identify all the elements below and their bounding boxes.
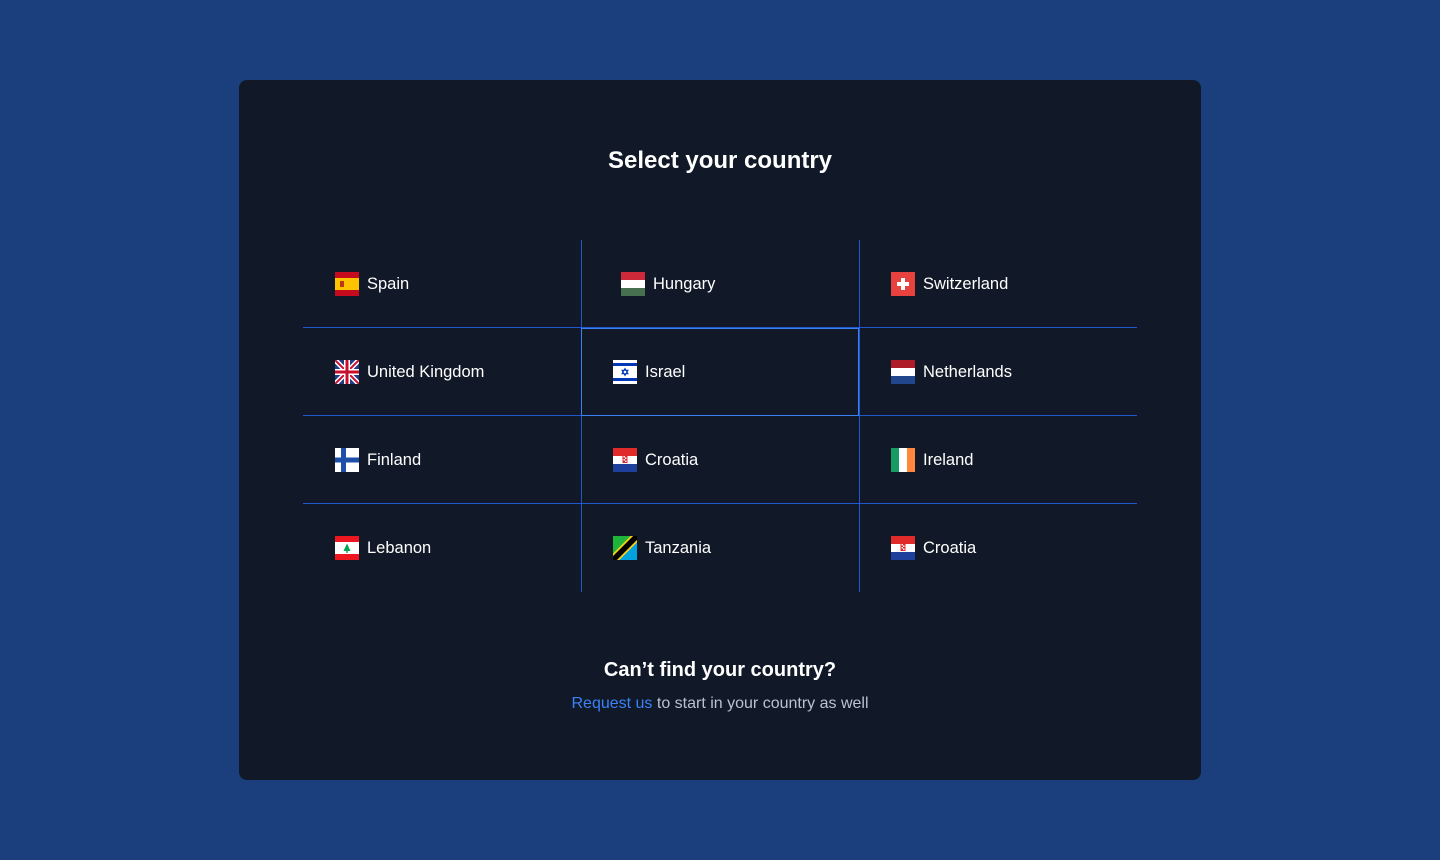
netherlands-flag-icon — [891, 360, 915, 384]
croatia-flag-icon — [613, 448, 637, 472]
country-option-spain[interactable]: Spain — [303, 240, 581, 328]
country-option-croatia[interactable]: Croatia — [581, 416, 859, 504]
request-country-text: Request us to start in your country as w… — [239, 693, 1201, 715]
country-label: Ireland — [923, 450, 974, 469]
country-option-netherlands[interactable]: Netherlands — [859, 328, 1137, 416]
page-title: Select your country — [607, 147, 833, 174]
united-kingdom-flag-icon — [335, 360, 359, 384]
country-label: Israel — [645, 362, 686, 381]
country-grid: Spain Hungary Switzerland United Kingdom — [303, 240, 1137, 592]
country-label: Spain — [367, 274, 410, 293]
country-label: Tanzania — [645, 538, 712, 557]
request-country-rest-text: to start in your country as well — [652, 695, 869, 712]
cant-find-country-heading: Can’t find your country? — [603, 659, 837, 681]
country-select-card: Select your country Spain Hungary Switze… — [239, 80, 1201, 780]
country-option-croatia[interactable]: Croatia — [859, 504, 1137, 592]
country-option-ireland[interactable]: Ireland — [859, 416, 1137, 504]
country-label: Croatia — [923, 538, 977, 557]
country-option-united-kingdom[interactable]: United Kingdom — [303, 328, 581, 416]
ireland-flag-icon — [891, 448, 915, 472]
lebanon-flag-icon — [335, 536, 359, 560]
country-label: Lebanon — [367, 538, 432, 557]
country-label: Croatia — [645, 450, 699, 469]
country-label: Netherlands — [923, 362, 1012, 381]
country-option-switzerland[interactable]: Switzerland — [859, 240, 1137, 328]
request-us-link[interactable]: Request us — [571, 695, 652, 712]
switzerland-flag-icon — [891, 272, 915, 296]
croatia-flag-icon — [891, 536, 915, 560]
country-option-tanzania[interactable]: Tanzania — [581, 504, 859, 592]
country-option-finland[interactable]: Finland — [303, 416, 581, 504]
country-label: Switzerland — [923, 274, 1009, 293]
country-option-hungary[interactable]: Hungary — [581, 240, 859, 328]
tanzania-flag-icon — [613, 536, 637, 560]
finland-flag-icon — [335, 448, 359, 472]
country-label: United Kingdom — [367, 362, 485, 381]
spain-flag-icon — [335, 272, 359, 296]
country-label: Finland — [367, 450, 422, 469]
israel-flag-icon — [613, 360, 637, 384]
country-option-lebanon[interactable]: Lebanon — [303, 504, 581, 592]
country-label: Hungary — [653, 274, 716, 293]
country-option-israel[interactable]: Israel — [581, 328, 859, 416]
hungary-flag-icon — [621, 272, 645, 296]
